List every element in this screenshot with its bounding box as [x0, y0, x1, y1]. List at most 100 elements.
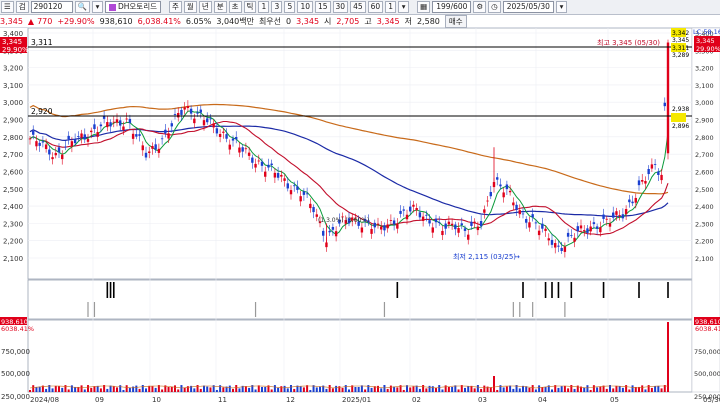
chevron-down-icon[interactable]: ▾ [91, 1, 103, 13]
volume-bar [254, 389, 257, 392]
bar-count-field[interactable]: 199/600 [432, 1, 472, 13]
right-price: 3,345 [696, 37, 715, 45]
volume-bar [277, 387, 280, 392]
dropdown-icon[interactable]: ▾ [398, 1, 410, 13]
code-prefix-button[interactable]: 검 [15, 1, 29, 13]
period-button[interactable]: 월 [183, 1, 197, 13]
buy-button[interactable]: 매수 [444, 15, 467, 28]
volume-bar [412, 386, 415, 392]
clock-icon[interactable]: ◷ [488, 1, 501, 13]
period-button[interactable]: 1 [258, 1, 270, 13]
period-button[interactable]: 년 [198, 1, 212, 13]
date-tick-label: 2024/08 [30, 396, 59, 404]
candle-body [383, 225, 386, 231]
candle-body [592, 222, 596, 225]
candle-body [54, 153, 57, 156]
volume-right-pct: 6038.41% [695, 325, 720, 333]
candle-body [244, 148, 248, 150]
date-axis: 2024/08 09 10 11 12 2025/01 02 03 04 05 05/30 [30, 396, 720, 404]
candle-body [624, 209, 628, 215]
period-button[interactable]: 15 [314, 1, 331, 13]
candle-body [270, 163, 273, 166]
candle-body [170, 123, 173, 127]
menu-icon[interactable]: ☰ [1, 1, 14, 13]
candle-body [106, 122, 109, 128]
candle-body [515, 204, 518, 210]
price-tick-label-right: 2,600 [695, 168, 714, 176]
search-icon[interactable]: 🔍 [74, 1, 90, 13]
stock-code-input[interactable]: 290120 [30, 1, 73, 13]
trade-amount-label: 최우선 [258, 17, 282, 26]
period-button[interactable]: 틱 [243, 1, 257, 13]
volume-bar [644, 389, 647, 392]
signal-panel[interactable] [27, 279, 693, 320]
date-field[interactable]: 2025/05/30 [502, 1, 554, 13]
volume-tick-left: 250,000 [1, 393, 30, 401]
volume-bar [280, 386, 283, 392]
period-button[interactable]: 5 [284, 1, 296, 13]
stock-name-field[interactable]: DH오토리드 [104, 1, 161, 13]
period-button[interactable]: 60 [367, 1, 384, 13]
volume-panel[interactable] [27, 319, 693, 393]
candle-body [44, 144, 48, 150]
candle-body [457, 227, 460, 233]
candle-body [521, 213, 525, 215]
candle-body [154, 144, 157, 150]
candle-body [502, 192, 505, 198]
volume-bar [386, 388, 389, 392]
volume-bar [586, 385, 589, 392]
volume-bar [125, 385, 128, 392]
price-panel[interactable] [27, 28, 693, 280]
candle-body [251, 157, 254, 163]
volume-bar [344, 385, 347, 392]
volume-bar [145, 388, 147, 392]
volume-bar [534, 389, 537, 392]
price-tick-label-right: 2,100 [695, 255, 714, 263]
period-button[interactable]: 10 [297, 1, 313, 13]
signal-bar-minor [564, 302, 566, 317]
volume-bar [612, 388, 615, 392]
volume-bar [51, 388, 54, 392]
candle-body [225, 134, 228, 139]
candle-body [486, 200, 489, 202]
candle-body [151, 146, 154, 149]
volume-bar [203, 385, 205, 392]
period-button[interactable]: 3 [271, 1, 283, 13]
volume-bar [502, 387, 505, 392]
period-button[interactable]: 45 [350, 1, 366, 13]
candle-body [541, 223, 544, 229]
period-button[interactable]: 30 [332, 1, 349, 13]
candle-body [183, 107, 186, 110]
candle-body [218, 134, 222, 137]
period-button[interactable]: 초 [228, 1, 242, 13]
stock-chart[interactable]: 3,4003,4003,3003,3003,2003,2003,1003,100… [0, 28, 720, 404]
volume-bar [273, 385, 276, 392]
open-price: 2,705 [336, 17, 360, 26]
candle-body [177, 113, 180, 118]
period-button[interactable]: 주 [169, 1, 182, 13]
candle-body [628, 199, 631, 203]
price-tick-label: 2,100 [3, 255, 23, 263]
calendar-icon[interactable]: ▦ [417, 1, 431, 13]
volume-bar [283, 385, 286, 392]
volume-bar [331, 388, 334, 392]
period-button[interactable]: 1 [385, 1, 397, 13]
candle-body [499, 184, 502, 187]
chevron-down-icon[interactable]: ▾ [555, 1, 567, 13]
volume-bar [422, 385, 425, 392]
volume-bar [80, 385, 83, 392]
settings-icon[interactable]: ⚙ [473, 1, 487, 13]
volume-tick-right: 500,000 [694, 370, 720, 378]
level-label-3311: 3,311 [31, 38, 53, 47]
candle-body [428, 220, 431, 224]
corner-pct: 29.90% [2, 46, 29, 54]
volume-bar [592, 385, 595, 392]
volume-bar [354, 386, 357, 392]
period-button[interactable]: 분 [213, 1, 227, 13]
volume-bar [58, 386, 60, 392]
candle-body [70, 141, 74, 147]
volume-bar [557, 387, 560, 392]
candle-body [470, 221, 473, 226]
price-tick-label-right: 2,200 [695, 238, 714, 246]
candle-body [334, 231, 338, 237]
